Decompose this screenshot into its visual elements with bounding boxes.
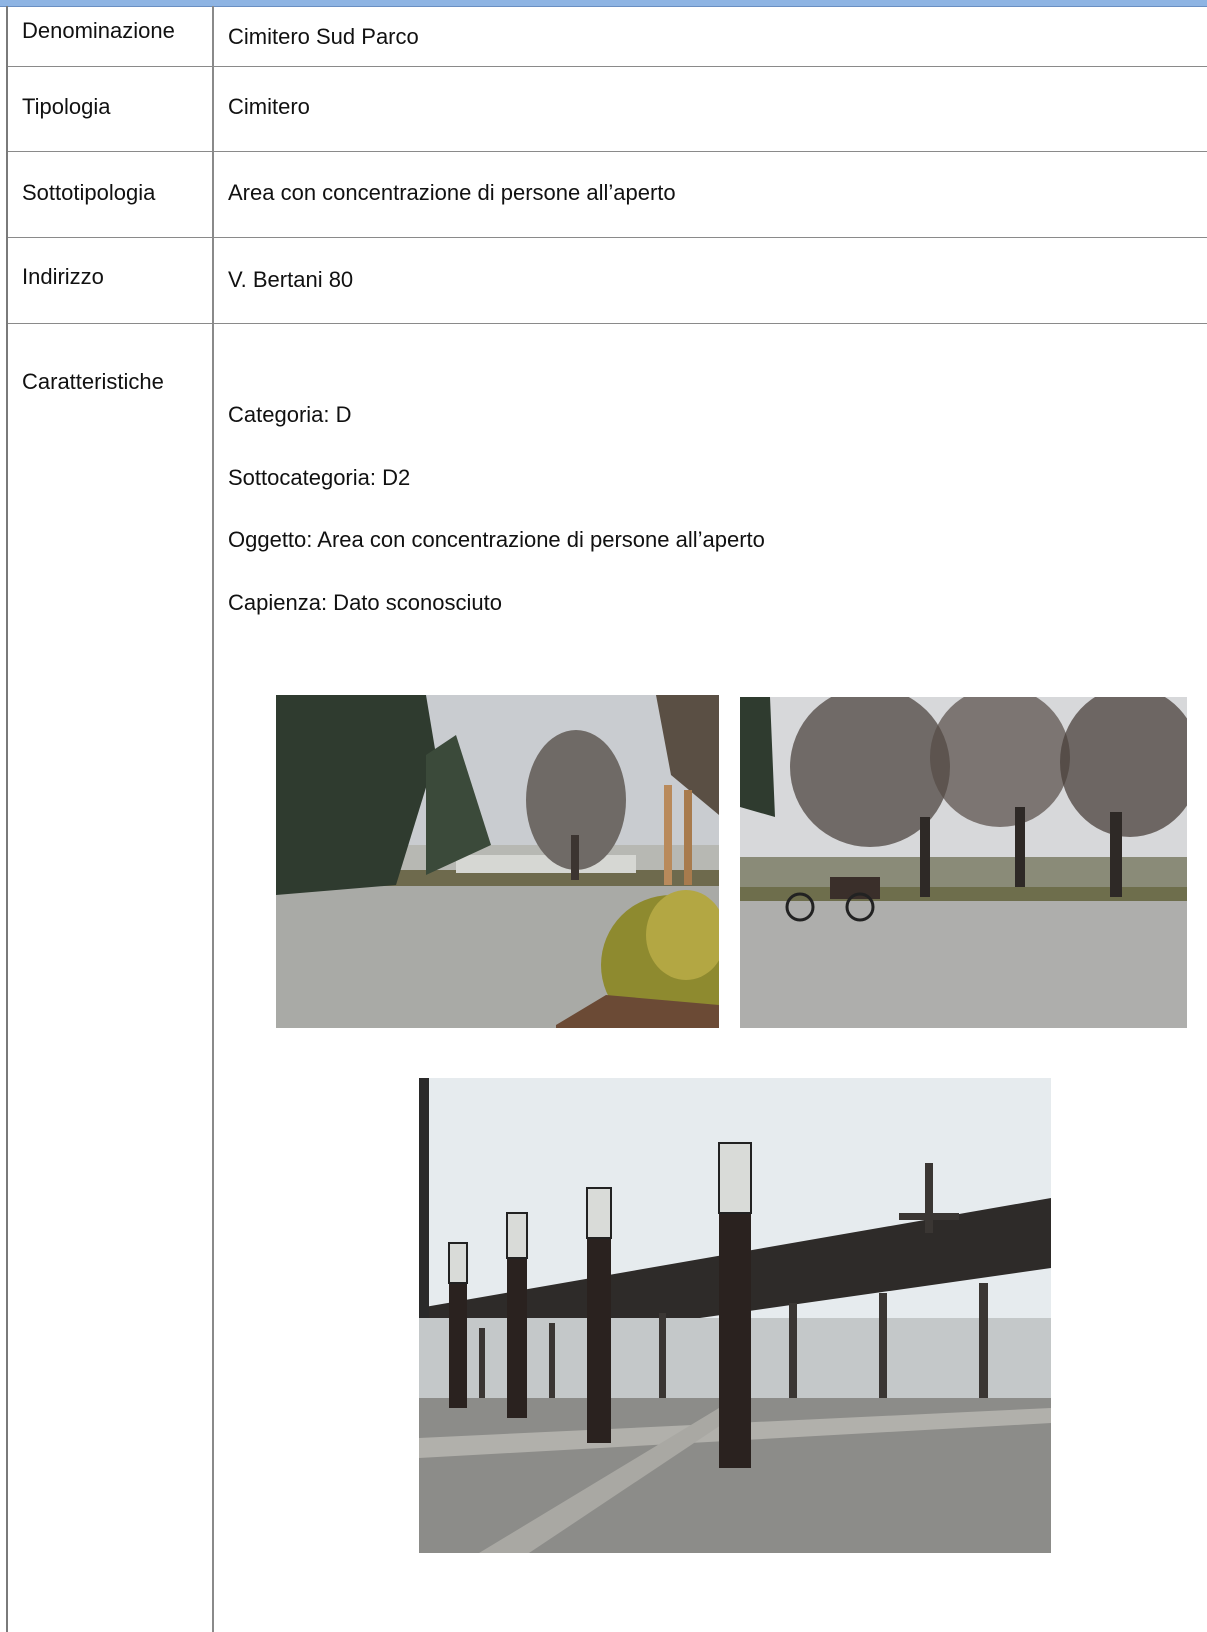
table-row-tipologia: Tipologia Cimitero: [8, 67, 1207, 152]
label-denominazione: Denominazione: [22, 18, 175, 43]
label-tipologia: Tipologia: [22, 94, 111, 119]
label-sottotipologia: Sottotipologia: [22, 180, 156, 205]
char-sottocategoria: Sottocategoria: D2: [228, 465, 411, 490]
photo-colonnade: [419, 1078, 1051, 1553]
table-row-denominazione: Denominazione Cimitero Sud Parco: [8, 6, 1207, 67]
label-caratteristiche: Caratteristiche: [22, 369, 164, 394]
info-table: Denominazione Cimitero Sud Parco Tipolog…: [6, 6, 1207, 1632]
value-sottotipologia: Area con concentrazione di persone all’a…: [228, 180, 676, 205]
photo-bare-trees: [740, 697, 1187, 1028]
value-tipologia: Cimitero: [228, 94, 310, 119]
char-oggetto: Oggetto: Area con concentrazione di pers…: [228, 527, 765, 552]
table-row-sottotipologia: Sottotipologia Area con concentrazione d…: [8, 153, 1207, 238]
table-row-indirizzo: Indirizzo V. Bertani 80: [8, 239, 1207, 324]
char-categoria: Categoria: D: [228, 402, 352, 427]
photo-park-trees: [276, 695, 719, 1028]
value-denominazione: Cimitero Sud Parco: [228, 24, 419, 49]
label-indirizzo: Indirizzo: [22, 264, 104, 289]
char-capienza: Capienza: Dato sconosciuto: [228, 590, 502, 615]
value-indirizzo: V. Bertani 80: [228, 267, 354, 292]
